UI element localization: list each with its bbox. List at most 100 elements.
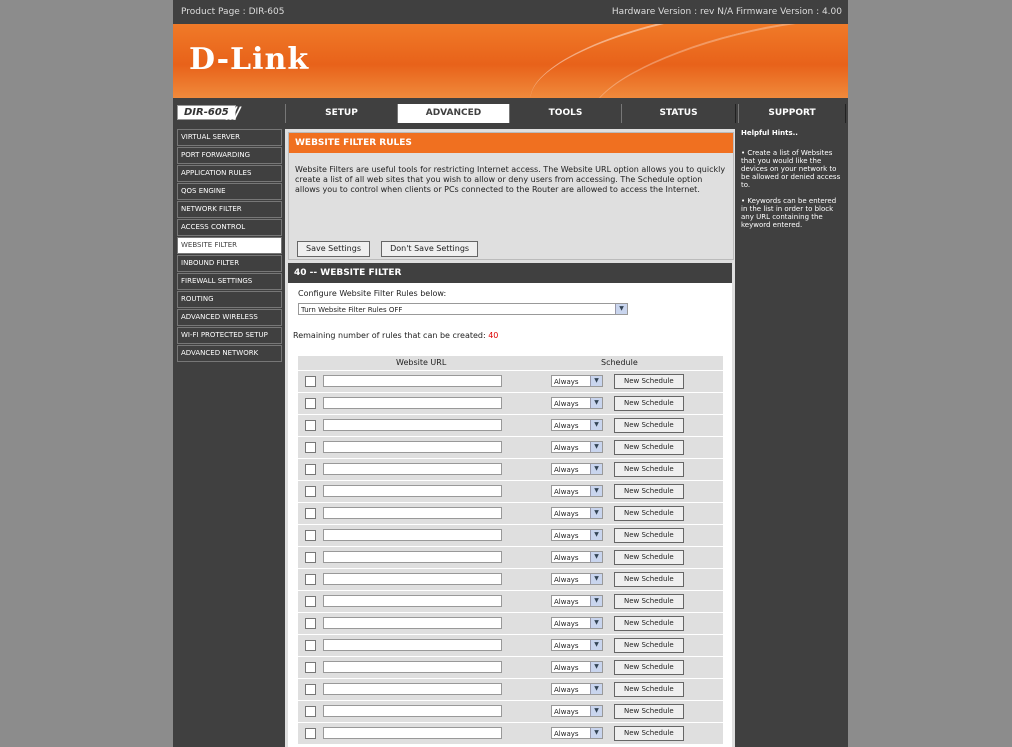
new-schedule-button[interactable]: New Schedule [614, 572, 684, 587]
schedule-value: Always [554, 642, 579, 650]
schedule-select[interactable]: Always ▼ [551, 639, 603, 651]
website-url-input[interactable] [323, 661, 502, 673]
rule-checkbox[interactable] [305, 662, 316, 673]
new-schedule-button[interactable]: New Schedule [614, 396, 684, 411]
website-url-input[interactable] [323, 595, 502, 607]
website-url-input[interactable] [323, 419, 502, 431]
website-url-input[interactable] [323, 485, 502, 497]
schedule-select[interactable]: Always ▼ [551, 705, 603, 717]
model-badge: DIR-605 /// [177, 103, 278, 123]
new-schedule-button[interactable]: New Schedule [614, 704, 684, 719]
filter-mode-select[interactable]: Turn Website Filter Rules OFF ▼ [298, 303, 628, 315]
rule-checkbox[interactable] [305, 376, 316, 387]
sidebar-item-inbound-filter[interactable]: INBOUND FILTER [177, 255, 282, 272]
schedule-select[interactable]: Always ▼ [551, 551, 603, 563]
new-schedule-button[interactable]: New Schedule [614, 374, 684, 389]
schedule-select[interactable]: Always ▼ [551, 463, 603, 475]
rule-checkbox[interactable] [305, 728, 316, 739]
rule-checkbox[interactable] [305, 706, 316, 717]
rule-checkbox[interactable] [305, 574, 316, 585]
schedule-select[interactable]: Always ▼ [551, 441, 603, 453]
table-row: Always ▼ New Schedule [298, 678, 723, 700]
sidebar-item-application-rules[interactable]: APPLICATION RULES [177, 165, 282, 182]
new-schedule-button[interactable]: New Schedule [614, 418, 684, 433]
rule-checkbox[interactable] [305, 420, 316, 431]
schedule-select[interactable]: Always ▼ [551, 397, 603, 409]
sidebar-item-qos-engine[interactable]: QOS ENGINE [177, 183, 282, 200]
schedule-select[interactable]: Always ▼ [551, 727, 603, 739]
sidebar-item-access-control[interactable]: ACCESS CONTROL [177, 219, 282, 236]
schedule-select[interactable]: Always ▼ [551, 617, 603, 629]
new-schedule-button[interactable]: New Schedule [614, 682, 684, 697]
website-url-input[interactable] [323, 705, 502, 717]
rules-buttons: Save Settings Don't Save Settings [297, 236, 484, 257]
website-url-input[interactable] [323, 529, 502, 541]
sidebar-item-firewall-settings[interactable]: FIREWALL SETTINGS [177, 273, 282, 290]
sidebar-item-routing[interactable]: ROUTING [177, 291, 282, 308]
tab-advanced[interactable]: ADVANCED [397, 104, 510, 123]
rule-checkbox[interactable] [305, 486, 316, 497]
schedule-select[interactable]: Always ▼ [551, 419, 603, 431]
schedule-select[interactable]: Always ▼ [551, 507, 603, 519]
sidebar-item-port-forwarding[interactable]: PORT FORWARDING [177, 147, 282, 164]
schedule-value: Always [554, 532, 579, 540]
website-url-input[interactable] [323, 507, 502, 519]
new-schedule-button[interactable]: New Schedule [614, 726, 684, 741]
new-schedule-button[interactable]: New Schedule [614, 550, 684, 565]
tab-support[interactable]: SUPPORT [738, 104, 846, 123]
product-page-label: Product Page : DIR-605 [181, 7, 285, 17]
schedule-select[interactable]: Always ▼ [551, 661, 603, 673]
website-url-input[interactable] [323, 617, 502, 629]
sidebar-item-advanced-wireless[interactable]: ADVANCED WIRELESS [177, 309, 282, 326]
new-schedule-button[interactable]: New Schedule [614, 528, 684, 543]
schedule-select[interactable]: Always ▼ [551, 683, 603, 695]
save-settings-button[interactable]: Save Settings [297, 241, 370, 257]
website-url-input[interactable] [323, 683, 502, 695]
new-schedule-button[interactable]: New Schedule [614, 594, 684, 609]
schedule-select[interactable]: Always ▼ [551, 573, 603, 585]
rule-checkbox[interactable] [305, 508, 316, 519]
tab-status[interactable]: STATUS [621, 104, 736, 123]
rule-checkbox[interactable] [305, 640, 316, 651]
schedule-select[interactable]: Always ▼ [551, 529, 603, 541]
new-schedule-button[interactable]: New Schedule [614, 484, 684, 499]
new-schedule-button[interactable]: New Schedule [614, 440, 684, 455]
dont-save-settings-button[interactable]: Don't Save Settings [381, 241, 479, 257]
schedule-select[interactable]: Always ▼ [551, 595, 603, 607]
filter-mode-value: Turn Website Filter Rules OFF [301, 306, 403, 314]
tab-setup[interactable]: SETUP [285, 104, 398, 123]
new-schedule-button[interactable]: New Schedule [614, 638, 684, 653]
sidebar-item-website-filter[interactable]: WEBSITE FILTER [177, 237, 282, 254]
new-schedule-button[interactable]: New Schedule [614, 660, 684, 675]
schedule-value: Always [554, 422, 579, 430]
website-url-input[interactable] [323, 727, 502, 739]
sidebar-item-network-filter[interactable]: NETWORK FILTER [177, 201, 282, 218]
rule-checkbox[interactable] [305, 442, 316, 453]
schedule-select[interactable]: Always ▼ [551, 375, 603, 387]
rule-checkbox[interactable] [305, 684, 316, 695]
website-url-input[interactable] [323, 573, 502, 585]
sidebar-item-advanced-network[interactable]: ADVANCED NETWORK [177, 345, 282, 362]
tab-tools[interactable]: TOOLS [509, 104, 622, 123]
rule-checkbox[interactable] [305, 530, 316, 541]
website-url-input[interactable] [323, 397, 502, 409]
website-url-input[interactable] [323, 441, 502, 453]
remaining-label: Remaining number of rules that can be cr… [293, 331, 486, 340]
rule-checkbox[interactable] [305, 398, 316, 409]
website-url-input[interactable] [323, 463, 502, 475]
website-url-input[interactable] [323, 639, 502, 651]
rule-checkbox[interactable] [305, 464, 316, 475]
sidebar-item-virtual-server[interactable]: VIRTUAL SERVER [177, 129, 282, 146]
rule-checkbox[interactable] [305, 618, 316, 629]
rule-checkbox[interactable] [305, 596, 316, 607]
schedule-select[interactable]: Always ▼ [551, 485, 603, 497]
new-schedule-button[interactable]: New Schedule [614, 506, 684, 521]
website-url-input[interactable] [323, 551, 502, 563]
chevron-down-icon: ▼ [615, 304, 627, 314]
new-schedule-button[interactable]: New Schedule [614, 616, 684, 631]
rule-checkbox[interactable] [305, 552, 316, 563]
sidebar-item-wifi-protected-setup[interactable]: WI-FI PROTECTED SETUP [177, 327, 282, 344]
new-schedule-button[interactable]: New Schedule [614, 462, 684, 477]
website-url-input[interactable] [323, 375, 502, 387]
dlink-logo: D-Link [189, 42, 310, 77]
